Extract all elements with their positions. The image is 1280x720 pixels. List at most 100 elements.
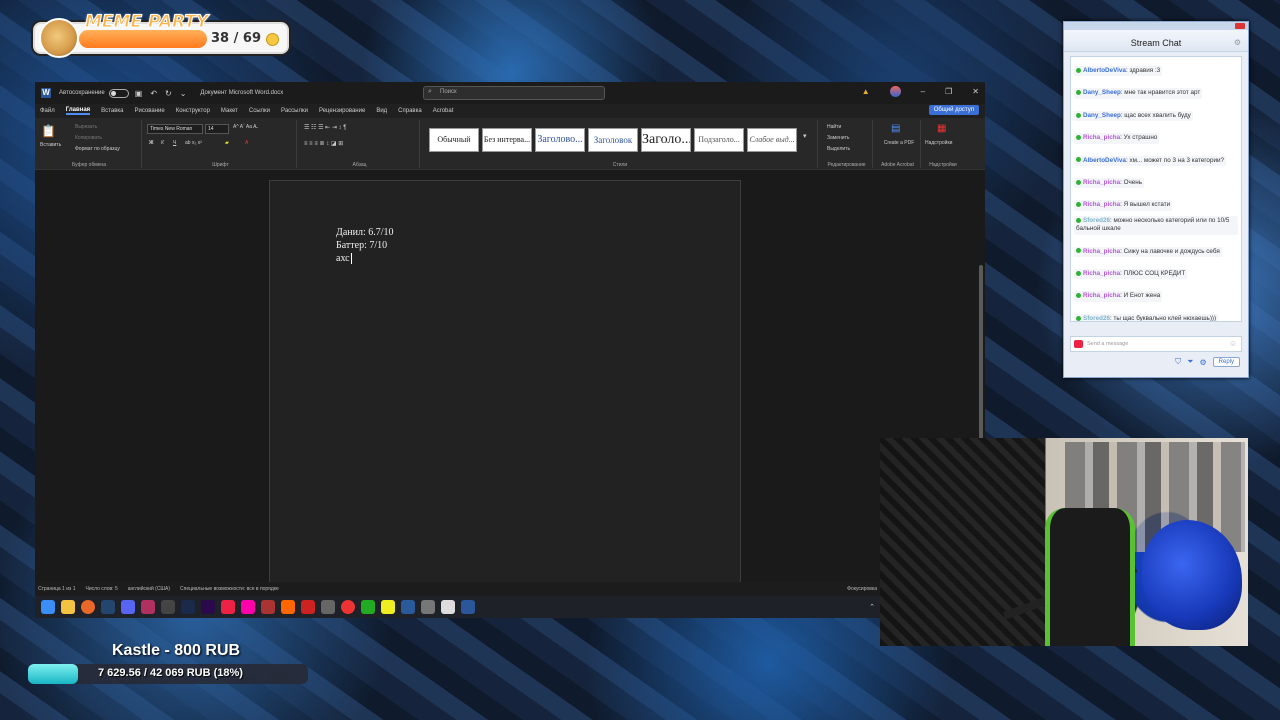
- search-input[interactable]: ⌕ Поиск: [423, 86, 605, 100]
- style-subtle-emphasis[interactable]: Слабое выд...: [747, 128, 797, 152]
- app-icon-4[interactable]: [241, 600, 255, 614]
- minimize-icon[interactable]: –: [921, 87, 925, 96]
- format-painter-button[interactable]: Формат по образцу: [75, 146, 120, 152]
- tab-file[interactable]: Файл: [40, 108, 55, 114]
- addins-button[interactable]: Надстройки: [925, 140, 952, 146]
- restore-icon[interactable]: ❐: [945, 87, 952, 96]
- tab-help[interactable]: Справка: [398, 108, 422, 114]
- filter-icon[interactable]: ⏷: [1187, 357, 1193, 367]
- tab-home[interactable]: Главная: [65, 107, 91, 115]
- explorer-icon[interactable]: [61, 600, 75, 614]
- app-icon-3[interactable]: [221, 600, 235, 614]
- chat-username[interactable]: Richa_picha: [1083, 134, 1120, 141]
- word-taskbar-icon[interactable]: [461, 600, 475, 614]
- focus-button[interactable]: Фокусировка: [847, 586, 877, 592]
- chat-username[interactable]: Richa_picha: [1083, 270, 1120, 277]
- font-color-icon[interactable]: A: [245, 140, 248, 146]
- autosave-toggle[interactable]: [108, 88, 129, 98]
- align-icons[interactable]: ≡ ≡ ≡ ≣ ↕ ◪ ⊞: [304, 140, 343, 147]
- photoshop-icon[interactable]: [181, 600, 195, 614]
- chat-username[interactable]: Richa_picha: [1083, 248, 1120, 255]
- discord-icon[interactable]: [121, 600, 135, 614]
- account-avatar[interactable]: [889, 86, 901, 97]
- paste-icon[interactable]: 📋: [41, 124, 56, 138]
- tab-design[interactable]: Конструктор: [176, 108, 210, 114]
- chat-username[interactable]: Sfored26: [1083, 217, 1110, 224]
- tab-view[interactable]: Вид: [376, 108, 387, 114]
- app-icon-10[interactable]: [381, 600, 395, 614]
- tab-insert[interactable]: Вставка: [101, 108, 123, 114]
- reply-button[interactable]: Reply: [1212, 357, 1240, 367]
- underline-icon[interactable]: Ч: [173, 140, 176, 146]
- tab-draw[interactable]: Рисование: [134, 108, 164, 114]
- windows-start-icon[interactable]: [41, 600, 55, 614]
- chat-username[interactable]: Dany_Sheep: [1083, 89, 1121, 96]
- undo-icon[interactable]: ↶: [150, 89, 157, 98]
- font-size-select[interactable]: 14: [205, 124, 229, 134]
- cut-button[interactable]: Вырезать: [75, 124, 97, 130]
- grow-font-icon[interactable]: A^ Aˇ Aa A̶: [233, 124, 256, 130]
- firefox-icon[interactable]: [81, 600, 95, 614]
- page-count[interactable]: Страница 1 из 1: [38, 586, 75, 592]
- warning-icon[interactable]: ▲: [862, 87, 870, 96]
- chat-input[interactable]: Send a message ☺: [1070, 336, 1242, 352]
- premiere-icon[interactable]: [201, 600, 215, 614]
- create-pdf-button[interactable]: Create a PDF: [881, 140, 917, 146]
- style-heading1[interactable]: Заголово...: [535, 128, 585, 152]
- accessibility-status[interactable]: Специальные возможности: все в порядке: [180, 586, 279, 592]
- emoji-icon[interactable]: ☺: [1229, 339, 1237, 348]
- doc-line-2[interactable]: Баттер: 7/10: [336, 239, 394, 252]
- style-normal[interactable]: Обычный: [429, 128, 479, 152]
- chat-username[interactable]: Dany_Sheep: [1083, 112, 1121, 119]
- app-icon-12[interactable]: [441, 600, 455, 614]
- chat-username[interactable]: Richa_picha: [1083, 292, 1120, 299]
- tab-references[interactable]: Ссылки: [249, 108, 270, 114]
- app-icon-5[interactable]: [261, 600, 275, 614]
- style-no-spacing[interactable]: Без интерва...: [482, 128, 532, 152]
- style-title[interactable]: Заголо...: [641, 128, 691, 152]
- strike-icon[interactable]: ab x₂ x²: [185, 140, 202, 146]
- select-button[interactable]: Выделить: [827, 146, 850, 152]
- app-icon-7[interactable]: [301, 600, 315, 614]
- tab-review[interactable]: Рецензирование: [319, 108, 365, 114]
- chrome-icon[interactable]: [341, 600, 355, 614]
- app-icon-1[interactable]: [141, 600, 155, 614]
- app-icon-11[interactable]: [401, 600, 415, 614]
- chat-username[interactable]: Richa_picha: [1083, 179, 1120, 186]
- close-icon[interactable]: ✕: [972, 87, 979, 96]
- paste-button[interactable]: Вставить: [40, 142, 61, 148]
- chat-username[interactable]: AlbertoDeViva: [1083, 67, 1126, 74]
- chat-messages[interactable]: AlbertoDeViva: здравия :3 Dany_Sheep: мне…: [1070, 56, 1242, 322]
- style-subtitle[interactable]: Подзаголо...: [694, 128, 744, 152]
- document-title[interactable]: Документ Microsoft Word.docx: [200, 90, 283, 96]
- app-icon-6[interactable]: [281, 600, 295, 614]
- chat-username[interactable]: Richa_picha: [1083, 201, 1120, 208]
- save-icon[interactable]: ▣: [135, 89, 143, 98]
- italic-icon[interactable]: К: [161, 140, 164, 146]
- word-count[interactable]: Число слов: 5: [85, 586, 117, 592]
- settings-icon[interactable]: [421, 600, 435, 614]
- tab-layout[interactable]: Макет: [221, 108, 238, 114]
- chat-settings-icon[interactable]: ⚙: [1234, 38, 1241, 47]
- doc-line-1[interactable]: Данил: 6.7/10: [336, 226, 394, 239]
- language[interactable]: английский (США): [128, 586, 170, 592]
- styles-more-icon[interactable]: ▾: [803, 132, 807, 140]
- highlight-icon[interactable]: ▰: [225, 140, 229, 146]
- bold-icon[interactable]: Ж: [149, 140, 154, 146]
- app-icon-2[interactable]: [161, 600, 175, 614]
- tab-mailings[interactable]: Рассылки: [281, 108, 308, 114]
- copy-button[interactable]: Копировать: [75, 135, 102, 141]
- app-icon-8[interactable]: [321, 600, 335, 614]
- badge-icon[interactable]: ⛉: [1175, 357, 1181, 367]
- app-icon-9[interactable]: [361, 600, 375, 614]
- tray-chevron-icon[interactable]: ⌃: [869, 603, 875, 611]
- style-heading2[interactable]: Заголовок: [588, 128, 638, 152]
- settings-icon[interactable]: ⚙: [1199, 358, 1206, 367]
- tab-acrobat[interactable]: Acrobat: [433, 108, 454, 114]
- font-name-select[interactable]: Times New Roman: [147, 124, 203, 134]
- steam-icon[interactable]: [101, 600, 115, 614]
- replace-button[interactable]: Заменить: [827, 135, 849, 141]
- doc-line-3[interactable]: ахс: [336, 252, 394, 265]
- list-icons[interactable]: ☰ ☷ ☰ ⇤ ⇥ ↕ ¶: [304, 124, 346, 131]
- share-button[interactable]: Общий доступ: [928, 105, 979, 115]
